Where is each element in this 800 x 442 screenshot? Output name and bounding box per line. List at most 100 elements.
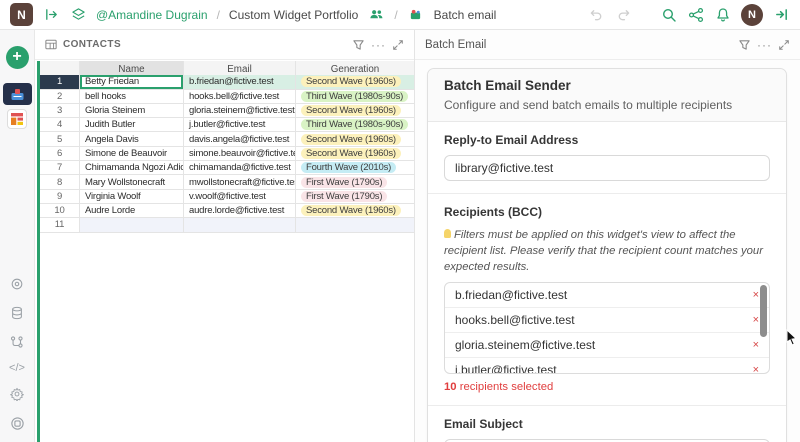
- cell-generation[interactable]: First Wave (1790s): [296, 189, 415, 204]
- recipient-row: hooks.bell@fictive.test ×: [445, 308, 769, 334]
- collaborators-icon[interactable]: [367, 6, 385, 24]
- cell-generation[interactable]: Fourth Wave (2010s): [296, 161, 415, 176]
- recipients-section: Recipients (BCC) Filters must be applied…: [428, 194, 786, 407]
- cell-generation[interactable]: Second Wave (1960s): [296, 203, 415, 219]
- cell-email[interactable]: b.friedan@fictive.test: [184, 75, 296, 90]
- reply-to-section: Reply-to Email Address: [428, 122, 786, 194]
- cell-generation[interactable]: [296, 218, 415, 233]
- remove-recipient-button[interactable]: ×: [753, 314, 759, 326]
- row-number[interactable]: 11: [40, 218, 80, 233]
- breadcrumb-page: Batch email: [433, 7, 497, 22]
- filter-icon[interactable]: [352, 39, 365, 51]
- recipient-row: b.friedan@fictive.test ×: [445, 283, 769, 309]
- contacts-panel-title: CONTACTS: [63, 39, 122, 50]
- cell-email[interactable]: mwollstonecraft@fictive.test: [184, 175, 296, 190]
- generation-label: Second Wave (1960s): [301, 76, 401, 88]
- cell-generation[interactable]: Second Wave (1960s): [296, 103, 415, 119]
- more-options-icon[interactable]: ···: [757, 39, 772, 51]
- cell-email[interactable]: davis.angela@fictive.test: [184, 132, 296, 147]
- code-icon[interactable]: </>: [9, 362, 25, 374]
- user-avatar[interactable]: N: [741, 3, 763, 26]
- cell-generation[interactable]: Second Wave (1960s): [296, 132, 415, 147]
- reply-to-input[interactable]: [444, 155, 770, 181]
- scrollbar-thumb[interactable]: [760, 285, 767, 338]
- topbar: N @Amandine Dugrain / Custom Widget Port…: [0, 0, 800, 30]
- cell-email[interactable]: hooks.bell@fictive.test: [184, 89, 296, 104]
- undo-icon[interactable]: [587, 6, 605, 24]
- remove-recipient-button[interactable]: ×: [753, 339, 759, 351]
- cell-generation[interactable]: Second Wave (1960s): [296, 75, 415, 90]
- recipients-hint: Filters must be applied on this widget's…: [444, 229, 763, 274]
- subject-section: Email Subject: [428, 406, 786, 442]
- row-number[interactable]: 8: [40, 175, 80, 190]
- mouse-cursor: [786, 328, 798, 351]
- row-number[interactable]: 7: [40, 161, 80, 176]
- row-number[interactable]: 6: [40, 146, 80, 162]
- cell-name[interactable]: Judith Butler: [80, 118, 184, 133]
- generation-label: Second Wave (1960s): [301, 147, 401, 159]
- base-layers-icon[interactable]: [69, 6, 87, 24]
- cell-generation[interactable]: Third Wave (1980s-90s): [296, 89, 415, 104]
- sidebar-item-batch-email[interactable]: [2, 83, 32, 105]
- breadcrumb-separator: /: [216, 7, 220, 22]
- automation-flow-icon[interactable]: [8, 333, 26, 351]
- cell-email[interactable]: v.woolf@fictive.test: [184, 189, 296, 204]
- row-number[interactable]: 1: [40, 75, 80, 90]
- card-header: Batch Email Sender Configure and send ba…: [428, 69, 786, 122]
- row-number[interactable]: 9: [40, 189, 80, 204]
- cell-name[interactable]: Gloria Steinem: [80, 103, 184, 119]
- share-icon[interactable]: [687, 6, 705, 24]
- cell-email[interactable]: chimamanda@fictive.test: [184, 161, 296, 176]
- cell-email[interactable]: audre.lorde@fictive.test: [184, 203, 296, 219]
- cell-name[interactable]: Chimamanda Ngozi Adichie: [80, 161, 184, 176]
- app-mark-icon[interactable]: [8, 414, 26, 432]
- cell-name[interactable]: bell hooks: [80, 89, 184, 104]
- notifications-bell-icon[interactable]: [714, 6, 732, 24]
- redo-icon[interactable]: [614, 6, 632, 24]
- cell-name[interactable]: Simone de Beauvoir: [80, 146, 184, 162]
- widget-puzzle-icon: [407, 6, 425, 24]
- cell-name[interactable]: [80, 218, 184, 233]
- cell-generation[interactable]: Third Wave (1980s-90s): [296, 118, 415, 133]
- expand-icon[interactable]: [778, 39, 790, 51]
- row-number[interactable]: 4: [40, 118, 80, 133]
- row-number[interactable]: 10: [40, 203, 80, 219]
- breadcrumb-user[interactable]: @Amandine Dugrain: [96, 8, 208, 22]
- cell-email[interactable]: simone.beauvoir@fictive.test: [184, 146, 296, 162]
- row-number[interactable]: 5: [40, 132, 80, 147]
- cell-name[interactable]: Mary Wollstonecraft: [80, 175, 184, 190]
- recipient-row: gloria.steinem@fictive.test ×: [445, 333, 769, 359]
- target-icon[interactable]: [8, 275, 26, 293]
- cell-email[interactable]: gloria.steinem@fictive.test: [184, 103, 296, 119]
- cell-email[interactable]: j.butler@fictive.test: [184, 118, 296, 133]
- breadcrumb-base[interactable]: Custom Widget Portfolio: [229, 8, 358, 22]
- cell-name[interactable]: Virginia Woolf: [80, 189, 184, 204]
- row-number[interactable]: 3: [40, 103, 80, 119]
- generation-label: Third Wave (1980s-90s): [301, 90, 409, 102]
- database-icon[interactable]: [8, 304, 26, 322]
- gear-icon[interactable]: [8, 385, 26, 403]
- cell-generation[interactable]: First Wave (1790s): [296, 175, 415, 190]
- cell-email[interactable]: [184, 218, 296, 233]
- remove-recipient-button[interactable]: ×: [753, 289, 759, 301]
- remove-recipient-button[interactable]: ×: [753, 364, 759, 373]
- expand-icon[interactable]: [392, 39, 404, 51]
- recipients-listbox[interactable]: b.friedan@fictive.test × hooks.bell@fictiv…: [444, 282, 770, 375]
- collapse-panel-icon[interactable]: [42, 6, 60, 24]
- search-icon[interactable]: [660, 6, 678, 24]
- breadcrumb-separator-2: /: [394, 7, 398, 22]
- sidebar-item-custom-widget[interactable]: [7, 109, 27, 129]
- more-options-icon[interactable]: ···: [371, 39, 386, 51]
- card-title: Batch Email Sender: [444, 78, 571, 93]
- app-logo[interactable]: N: [10, 3, 33, 26]
- cell-generation[interactable]: Second Wave (1960s): [296, 146, 415, 162]
- contacts-table: Name Email Generation 1 Betty Friedan b.fried…: [40, 61, 415, 233]
- cell-name[interactable]: Betty Friedan: [80, 75, 184, 90]
- table-widget-icon: [11, 113, 23, 125]
- cell-name[interactable]: Angela Davis: [80, 132, 184, 147]
- cell-name[interactable]: Audre Lorde: [80, 203, 184, 219]
- collapse-right-icon[interactable]: [772, 6, 790, 24]
- filter-icon[interactable]: [738, 39, 751, 51]
- add-widget-button[interactable]: +: [5, 46, 29, 69]
- row-number[interactable]: 2: [40, 89, 80, 104]
